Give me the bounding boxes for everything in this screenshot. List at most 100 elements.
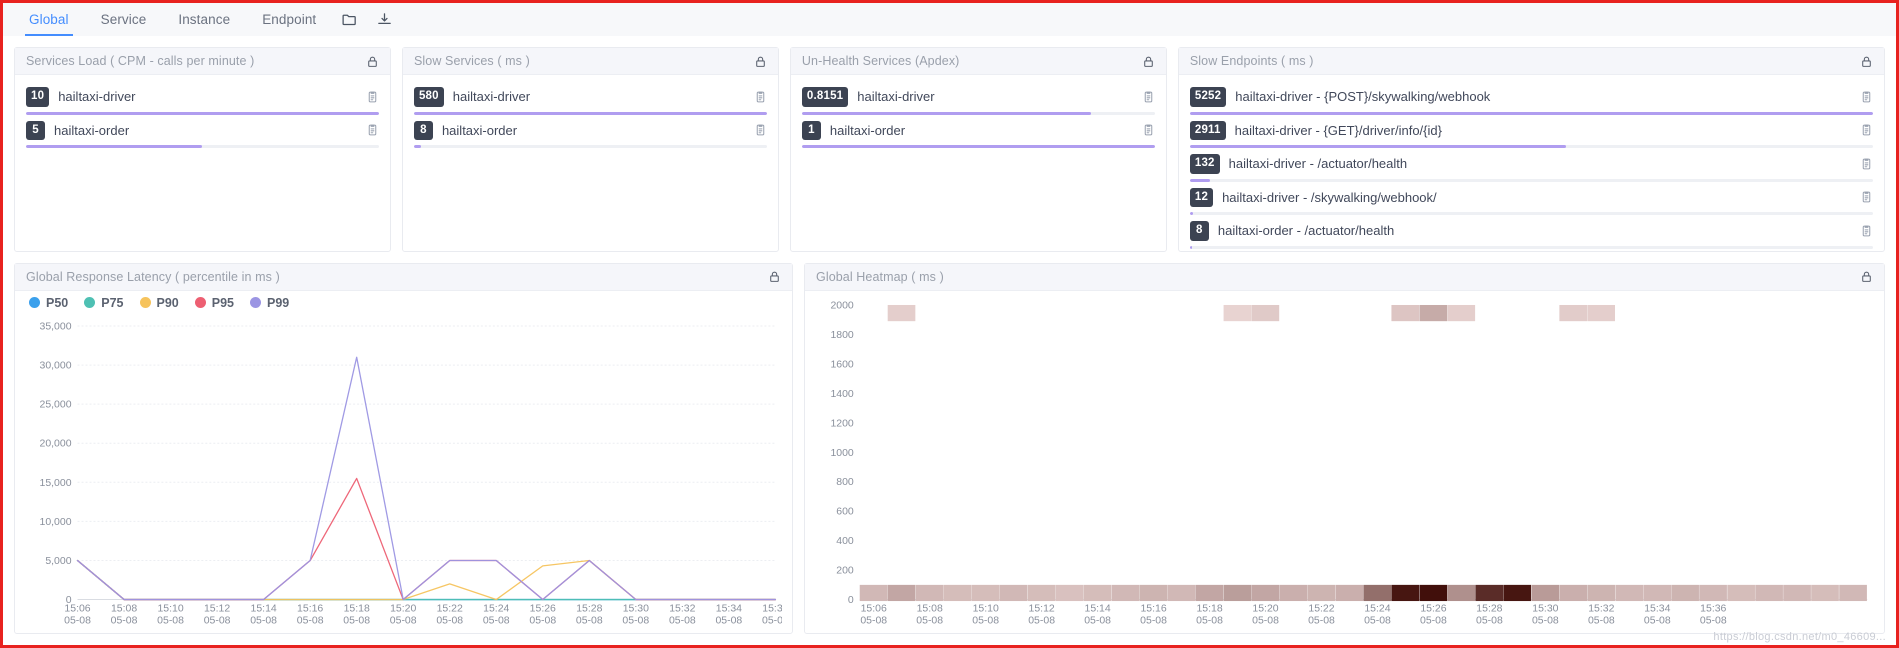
rank-label: hailtaxi-driver - {GET}/driver/info/{id} xyxy=(1234,122,1442,138)
lock-icon[interactable] xyxy=(754,55,767,68)
lock-icon[interactable] xyxy=(1860,270,1873,283)
rank-label: hailtaxi-order - /actuator/health xyxy=(1217,223,1395,239)
svg-text:15:12: 15:12 xyxy=(204,603,230,614)
svg-text:05-08: 05-08 xyxy=(483,615,510,626)
list-item[interactable]: 5252 hailtaxi-driver - {POST}/skywalking… xyxy=(1179,81,1884,115)
rank-value: 2911 xyxy=(1189,120,1226,140)
svg-text:600: 600 xyxy=(836,506,854,517)
list-item[interactable]: 8 hailtaxi-order - /actuator/health xyxy=(1179,215,1884,249)
tab-service[interactable]: Service xyxy=(85,3,163,36)
panel-header: Slow Endpoints ( ms ) xyxy=(1178,48,1884,75)
list-item[interactable]: 2911 hailtaxi-driver - {GET}/driver/info… xyxy=(1179,115,1884,148)
svg-text:15:34: 15:34 xyxy=(1644,603,1670,614)
svg-text:200: 200 xyxy=(836,565,854,576)
svg-text:05-08: 05-08 xyxy=(860,615,887,626)
rank-value: 580 xyxy=(413,87,444,107)
copy-icon[interactable] xyxy=(1860,90,1873,104)
rank-fill xyxy=(413,145,421,148)
list-item[interactable]: 1 hailtaxi-order xyxy=(791,115,1166,148)
svg-text:05-08: 05-08 xyxy=(250,615,277,626)
svg-text:15:14: 15:14 xyxy=(251,603,277,614)
list-item[interactable]: 5 hailtaxi-order xyxy=(15,115,390,148)
svg-text:05-08: 05-08 xyxy=(64,615,91,626)
svg-text:15:30: 15:30 xyxy=(623,603,649,614)
copy-icon[interactable] xyxy=(366,123,379,137)
list-item[interactable]: 0.8151 hailtaxi-driver xyxy=(791,81,1166,115)
tab-global[interactable]: Global xyxy=(13,3,85,36)
heatmap-chart[interactable]: 0 200 400 600 800 1000 1200 1400 1600 1800 2000 15:… xyxy=(815,299,1874,630)
copy-icon[interactable] xyxy=(1860,190,1873,204)
tab-instance[interactable]: Instance xyxy=(162,3,246,36)
list-item[interactable]: 12 hailtaxi-driver - /skywalking/webhook… xyxy=(1179,182,1884,215)
rank-track xyxy=(1189,245,1873,249)
copy-icon[interactable] xyxy=(1142,123,1155,137)
rank-label: hailtaxi-driver xyxy=(857,89,935,105)
svg-text:15:24: 15:24 xyxy=(1364,603,1390,614)
lock-icon[interactable] xyxy=(1142,55,1155,68)
lock-icon[interactable] xyxy=(366,55,379,68)
list-item[interactable]: 580 hailtaxi-driver xyxy=(403,81,778,115)
legend-item-p75[interactable]: P75 xyxy=(84,295,124,310)
lock-icon[interactable] xyxy=(768,270,781,283)
copy-icon[interactable] xyxy=(1860,224,1873,238)
copy-icon[interactable] xyxy=(754,123,767,137)
legend-dot-icon xyxy=(29,297,40,308)
panel-body: 5252 hailtaxi-driver - {POST}/skywalking… xyxy=(1179,75,1884,251)
download-icon[interactable] xyxy=(367,3,402,36)
lock-icon[interactable] xyxy=(1860,55,1873,68)
svg-text:15:34: 15:34 xyxy=(716,603,742,614)
list-item[interactable]: 10 hailtaxi-driver xyxy=(15,81,390,115)
rank-value: 5252 xyxy=(1189,87,1227,107)
rank-value: 0.8151 xyxy=(801,87,849,107)
svg-text:2000: 2000 xyxy=(830,300,853,311)
panel-body: 0.8151 hailtaxi-driver 1 hailtaxi-order xyxy=(791,75,1166,150)
svg-text:05-08: 05-08 xyxy=(622,615,649,626)
skywalking-dashboard: Global Service Instance Endpoint Service… xyxy=(3,3,1896,645)
rank-value: 5 xyxy=(26,120,45,140)
svg-text:05-08: 05-08 xyxy=(916,615,943,626)
legend-item-p90[interactable]: P90 xyxy=(139,296,179,310)
rank-value: 1 xyxy=(801,120,821,140)
svg-text:1600: 1600 xyxy=(830,359,853,370)
copy-icon[interactable] xyxy=(1860,123,1873,137)
svg-text:1200: 1200 xyxy=(830,418,853,429)
svg-text:05-08: 05-08 xyxy=(1140,615,1167,626)
rank-value: 132 xyxy=(1189,154,1220,174)
top-panel-row: Services Load ( CPM - calls per minute )… xyxy=(3,36,1896,252)
tab-global-label: Global xyxy=(29,12,69,27)
panel-title: Services Load ( CPM - calls per minute ) xyxy=(26,54,255,68)
svg-text:05-08: 05-08 xyxy=(111,615,138,626)
tab-endpoint[interactable]: Endpoint xyxy=(246,3,332,36)
svg-text:20,000: 20,000 xyxy=(40,438,72,449)
rank-value: 8 xyxy=(413,120,433,140)
line-chart[interactable]: 05,00010,00015,00020,00025,00030,00035,0… xyxy=(25,320,782,630)
copy-icon[interactable] xyxy=(366,90,379,104)
copy-icon[interactable] xyxy=(1860,157,1873,171)
svg-text:05-08: 05-08 xyxy=(529,615,556,626)
folder-icon[interactable] xyxy=(332,3,367,36)
list-item[interactable]: 132 hailtaxi-driver - /actuator/health xyxy=(1179,148,1884,182)
svg-text:35,000: 35,000 xyxy=(40,321,72,332)
rank-label: hailtaxi-driver xyxy=(58,89,136,105)
legend-item-p99[interactable]: P99 xyxy=(250,296,289,310)
top-tab-bar: Global Service Instance Endpoint xyxy=(3,3,1896,36)
legend-item-p50[interactable]: P50 xyxy=(29,296,68,310)
copy-icon[interactable] xyxy=(1142,90,1155,104)
svg-text:05-08: 05-08 xyxy=(1196,615,1223,626)
list-item[interactable]: 8 hailtaxi-order xyxy=(403,115,778,148)
svg-text:15:24: 15:24 xyxy=(483,603,509,614)
bottom-panel-row: Global Response Latency ( percentile in … xyxy=(3,252,1896,646)
panel-body: 580 hailtaxi-driver 8 hailtaxi-order xyxy=(403,75,778,150)
legend-item-p95[interactable]: P95 xyxy=(194,296,234,310)
legend-dot-icon xyxy=(84,297,96,308)
svg-text:05-08: 05-08 xyxy=(1028,615,1055,626)
svg-text:15:26: 15:26 xyxy=(1420,603,1446,614)
svg-text:30,000: 30,000 xyxy=(40,360,72,371)
rank-fill xyxy=(1189,245,1192,249)
legend-dot-icon xyxy=(250,297,261,308)
panel-header: Slow Services ( ms ) xyxy=(402,48,778,75)
heatmap-chart-area: 0 200 400 600 800 1000 1200 1400 1600 1800 2000 15:… xyxy=(805,291,1884,634)
legend-label: P75 xyxy=(101,295,124,310)
rank-track xyxy=(26,145,379,148)
copy-icon[interactable] xyxy=(754,90,767,104)
